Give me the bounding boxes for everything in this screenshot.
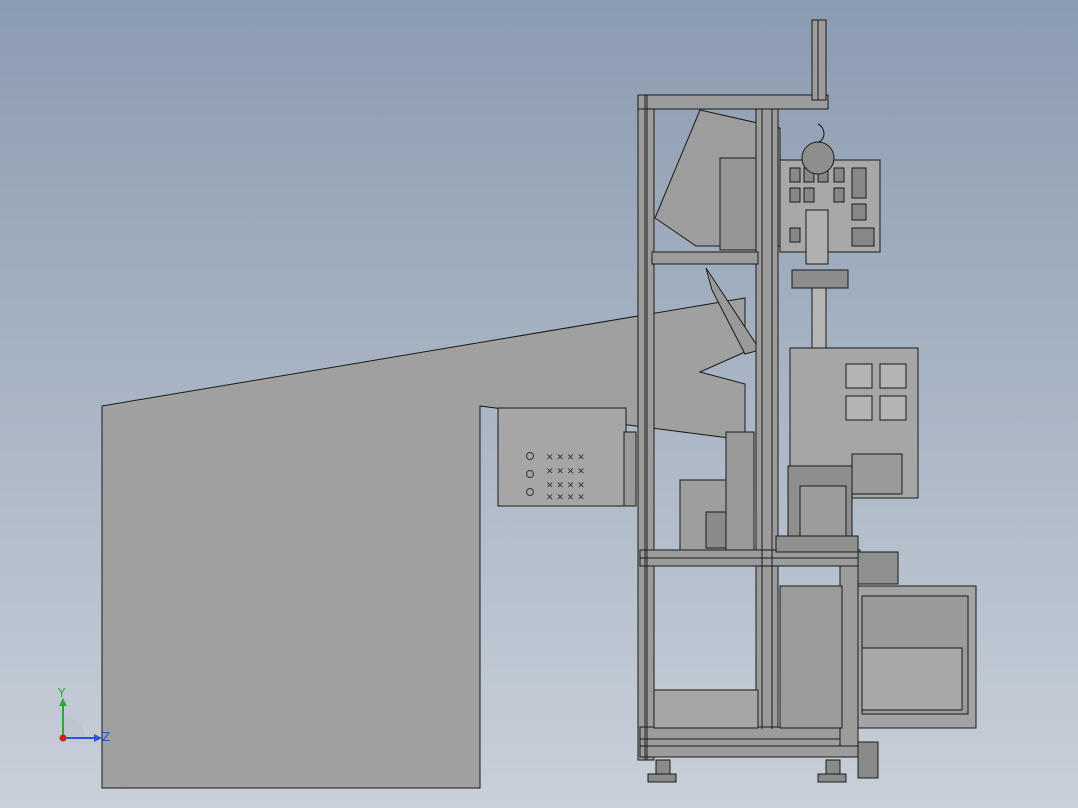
cad-graphics-viewport[interactable]: ✕ ✕ ✕ ✕ ✕ ✕ ✕ ✕ ✕ ✕ ✕ ✕ ✕ ✕ ✕ ✕ Y Z [0, 0, 1078, 808]
svg-text:✕ ✕ ✕ ✕: ✕ ✕ ✕ ✕ [546, 467, 585, 477]
lifting-hook[interactable] [817, 123, 825, 143]
side-bracket[interactable] [857, 551, 899, 585]
spindle-flange[interactable] [791, 269, 849, 289]
side-control-box-lip[interactable] [623, 431, 637, 507]
panel-display-window[interactable] [851, 453, 903, 495]
svg-text:✕ ✕ ✕ ✕: ✕ ✕ ✕ ✕ [546, 481, 585, 491]
triad-plane-shade [63, 716, 85, 738]
machine-assembly-model[interactable]: ✕ ✕ ✕ ✕ ✕ ✕ ✕ ✕ ✕ ✕ ✕ ✕ ✕ ✕ ✕ ✕ [0, 0, 1078, 808]
spindle-cylinder[interactable] [805, 209, 829, 265]
svg-text:✕ ✕ ✕ ✕: ✕ ✕ ✕ ✕ [546, 493, 585, 503]
lifting-pulley[interactable] [801, 141, 835, 175]
floor-tray[interactable] [653, 689, 759, 729]
inner-chute-panel[interactable] [719, 157, 761, 251]
lower-cabinet-window[interactable] [861, 647, 963, 711]
y-axis-label: Y [58, 686, 66, 700]
pump-unit[interactable] [779, 585, 843, 729]
x-axis-icon [59, 734, 67, 742]
motor-housing[interactable] [799, 485, 847, 537]
z-axis-label: Z [102, 730, 111, 744]
motor-base[interactable] [775, 535, 859, 553]
guide-rail[interactable] [725, 431, 755, 551]
svg-text:✕ ✕ ✕ ✕: ✕ ✕ ✕ ✕ [546, 453, 585, 463]
